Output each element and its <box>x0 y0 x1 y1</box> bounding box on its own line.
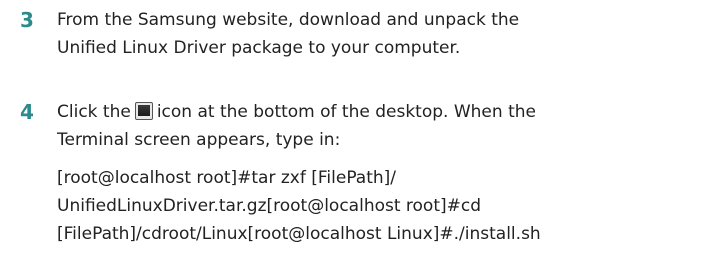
terminal-icon <box>134 102 153 120</box>
command-line: [root@localhost root]#tar zxf [FilePath]… <box>57 168 397 188</box>
step-line: Terminal screen appears, type in: <box>57 130 341 150</box>
step-number: 3 <box>20 8 34 32</box>
step-line: From the Samsung website, download and u… <box>57 10 520 30</box>
step-text: From the Samsung website, download and u… <box>57 6 720 62</box>
command-block: [root@localhost root]#tar zxf [FilePath]… <box>57 164 720 248</box>
step-line: Click the icon at the bottom of the deskt… <box>57 98 720 126</box>
step-line-part: Click the <box>57 102 131 122</box>
command-line: [FilePath]/cdroot/Linux[root@localhost L… <box>57 224 541 244</box>
step-3: 3 From the Samsung website, download and… <box>20 6 720 62</box>
step-line-part: icon at the bottom of the desktop. When … <box>156 102 536 122</box>
command-line: UnifiedLinuxDriver.tar.gz[root@localhost… <box>57 196 482 216</box>
step-line: Unified Linux Driver package to your com… <box>57 38 461 58</box>
step-number: 4 <box>20 100 34 124</box>
step-4: 4 Click the icon at the bottom of the des… <box>20 98 720 248</box>
step-text: Click the icon at the bottom of the deskt… <box>57 98 720 248</box>
